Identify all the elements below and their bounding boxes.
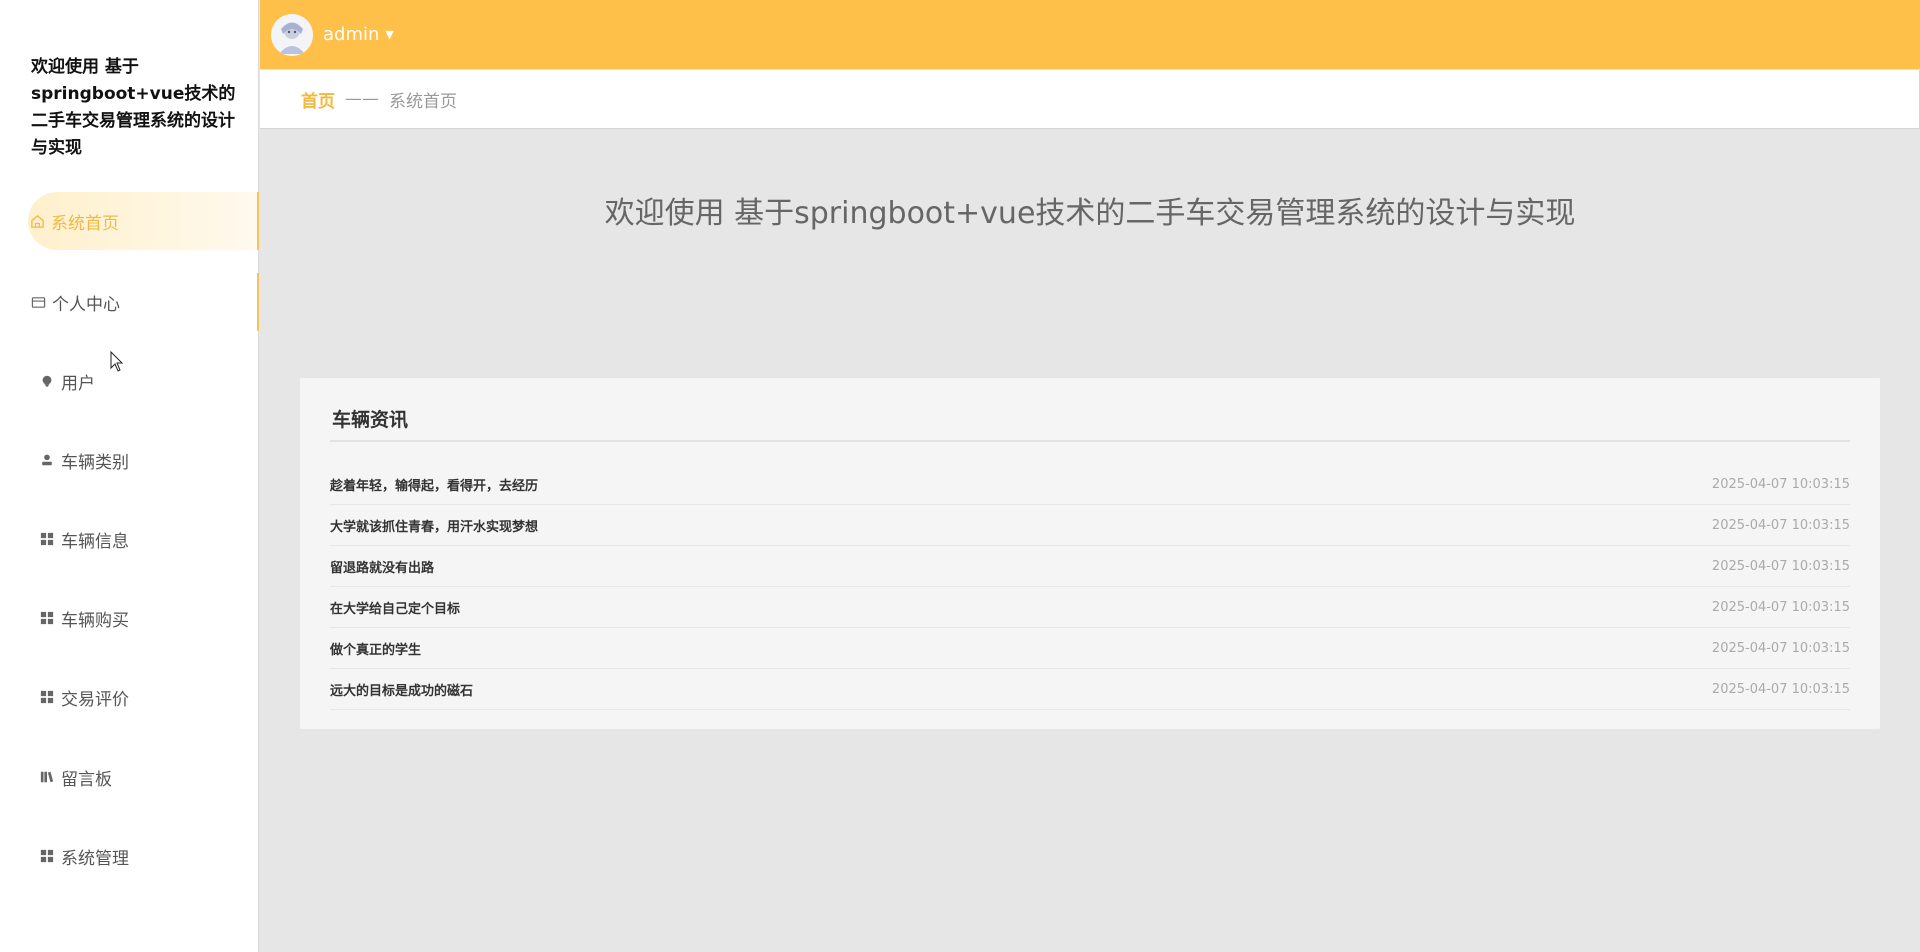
menu-item-system-admin[interactable]: 系统管理	[0, 827, 259, 885]
list-item[interactable]: 做个真正的学生 2025-04-07 10:03:15	[330, 628, 1850, 669]
news-item-title[interactable]: 留退路就没有出路	[330, 557, 434, 576]
news-panel: 车辆资讯 趁着年轻，输得起，看得开，去经历 2025-04-07 10:03:1…	[300, 378, 1880, 729]
menu-item-profile[interactable]: 个人中心	[0, 273, 259, 331]
breadcrumb: 首页 —— 系统首页	[260, 70, 1920, 129]
news-item-date: 2025-04-07 10:03:15	[1711, 558, 1850, 574]
pin-icon	[39, 373, 55, 389]
top-bar: admin ▼	[260, 0, 1920, 69]
list-item[interactable]: 留退路就没有出路 2025-04-07 10:03:15	[330, 546, 1850, 587]
divider	[330, 440, 1850, 442]
news-list: 趁着年轻，输得起，看得开，去经历 2025-04-07 10:03:15 大学就…	[330, 464, 1850, 710]
menu-item-home[interactable]: 系统首页	[28, 192, 259, 250]
breadcrumb-current: 系统首页	[389, 91, 457, 112]
news-item-date: 2025-04-07 10:03:15	[1711, 681, 1850, 697]
breadcrumb-separator: ——	[345, 89, 379, 109]
menu-item-label: 车辆类别	[61, 452, 129, 473]
news-item-date: 2025-04-07 10:03:15	[1711, 599, 1850, 615]
welcome-heading: 欢迎使用 基于springboot+vue技术的二手车交易管理系统的设计与实现	[604, 196, 1576, 231]
mouse-cursor-icon	[110, 350, 124, 377]
menu-item-label: 系统管理	[61, 848, 129, 869]
menu-item-label: 留言板	[61, 769, 112, 790]
user-icon	[39, 452, 55, 468]
news-item-title[interactable]: 做个真正的学生	[330, 639, 421, 658]
news-item-date: 2025-04-07 10:03:15	[1711, 517, 1850, 533]
menu-item-vehicle-info[interactable]: 车辆信息	[0, 510, 259, 568]
news-item-date: 2025-04-07 10:03:15	[1711, 640, 1850, 656]
home-icon	[29, 213, 45, 229]
list-item[interactable]: 大学就该抓住青春，用汗水实现梦想 2025-04-07 10:03:15	[330, 505, 1850, 546]
sidebar: 欢迎使用 基于springboot+vue技术的二手车交易管理系统的设计与实现 …	[0, 0, 259, 952]
card-icon	[30, 294, 46, 310]
news-item-title[interactable]: 在大学给自己定个目标	[330, 598, 460, 617]
menu-item-label: 车辆购买	[61, 610, 129, 631]
menu-item-vehicle-category[interactable]: 车辆类别	[0, 431, 259, 489]
menu-item-label: 交易评价	[61, 689, 129, 710]
news-panel-title: 车辆资讯	[332, 409, 409, 431]
news-item-title[interactable]: 趁着年轻，输得起，看得开，去经历	[330, 475, 538, 494]
list-item[interactable]: 趁着年轻，输得起，看得开，去经历 2025-04-07 10:03:15	[330, 464, 1850, 505]
menu-item-vehicle-purchase[interactable]: 车辆购买	[0, 589, 259, 647]
list-item[interactable]: 在大学给自己定个目标 2025-04-07 10:03:15	[330, 587, 1850, 628]
news-item-title[interactable]: 大学就该抓住青春，用汗水实现梦想	[330, 516, 538, 535]
book-icon	[39, 769, 55, 785]
list-item[interactable]: 远大的目标是成功的磁石 2025-04-07 10:03:15	[330, 669, 1850, 710]
grid-icon	[39, 531, 55, 547]
grid-icon	[39, 689, 55, 705]
username[interactable]: admin	[323, 24, 379, 45]
menu-item-label: 系统首页	[51, 213, 119, 234]
grid-icon	[39, 610, 55, 626]
system-title: 欢迎使用 基于springboot+vue技术的二手车交易管理系统的设计与实现	[31, 57, 236, 158]
menu-item-label: 车辆信息	[61, 531, 129, 552]
menu-item-message-board[interactable]: 留言板	[0, 748, 259, 806]
avatar[interactable]	[271, 13, 313, 56]
news-item-title[interactable]: 远大的目标是成功的磁石	[330, 680, 473, 699]
chevron-down-icon[interactable]: ▼	[385, 28, 393, 41]
news-item-date: 2025-04-07 10:03:15	[1711, 476, 1850, 492]
menu-item-label: 用户	[61, 373, 95, 394]
breadcrumb-home[interactable]: 首页	[301, 87, 335, 112]
grid-icon	[39, 848, 55, 864]
menu-item-users[interactable]: 用户	[0, 352, 259, 410]
menu-item-label: 个人中心	[52, 294, 120, 315]
menu-item-trade-review[interactable]: 交易评价	[0, 668, 259, 726]
